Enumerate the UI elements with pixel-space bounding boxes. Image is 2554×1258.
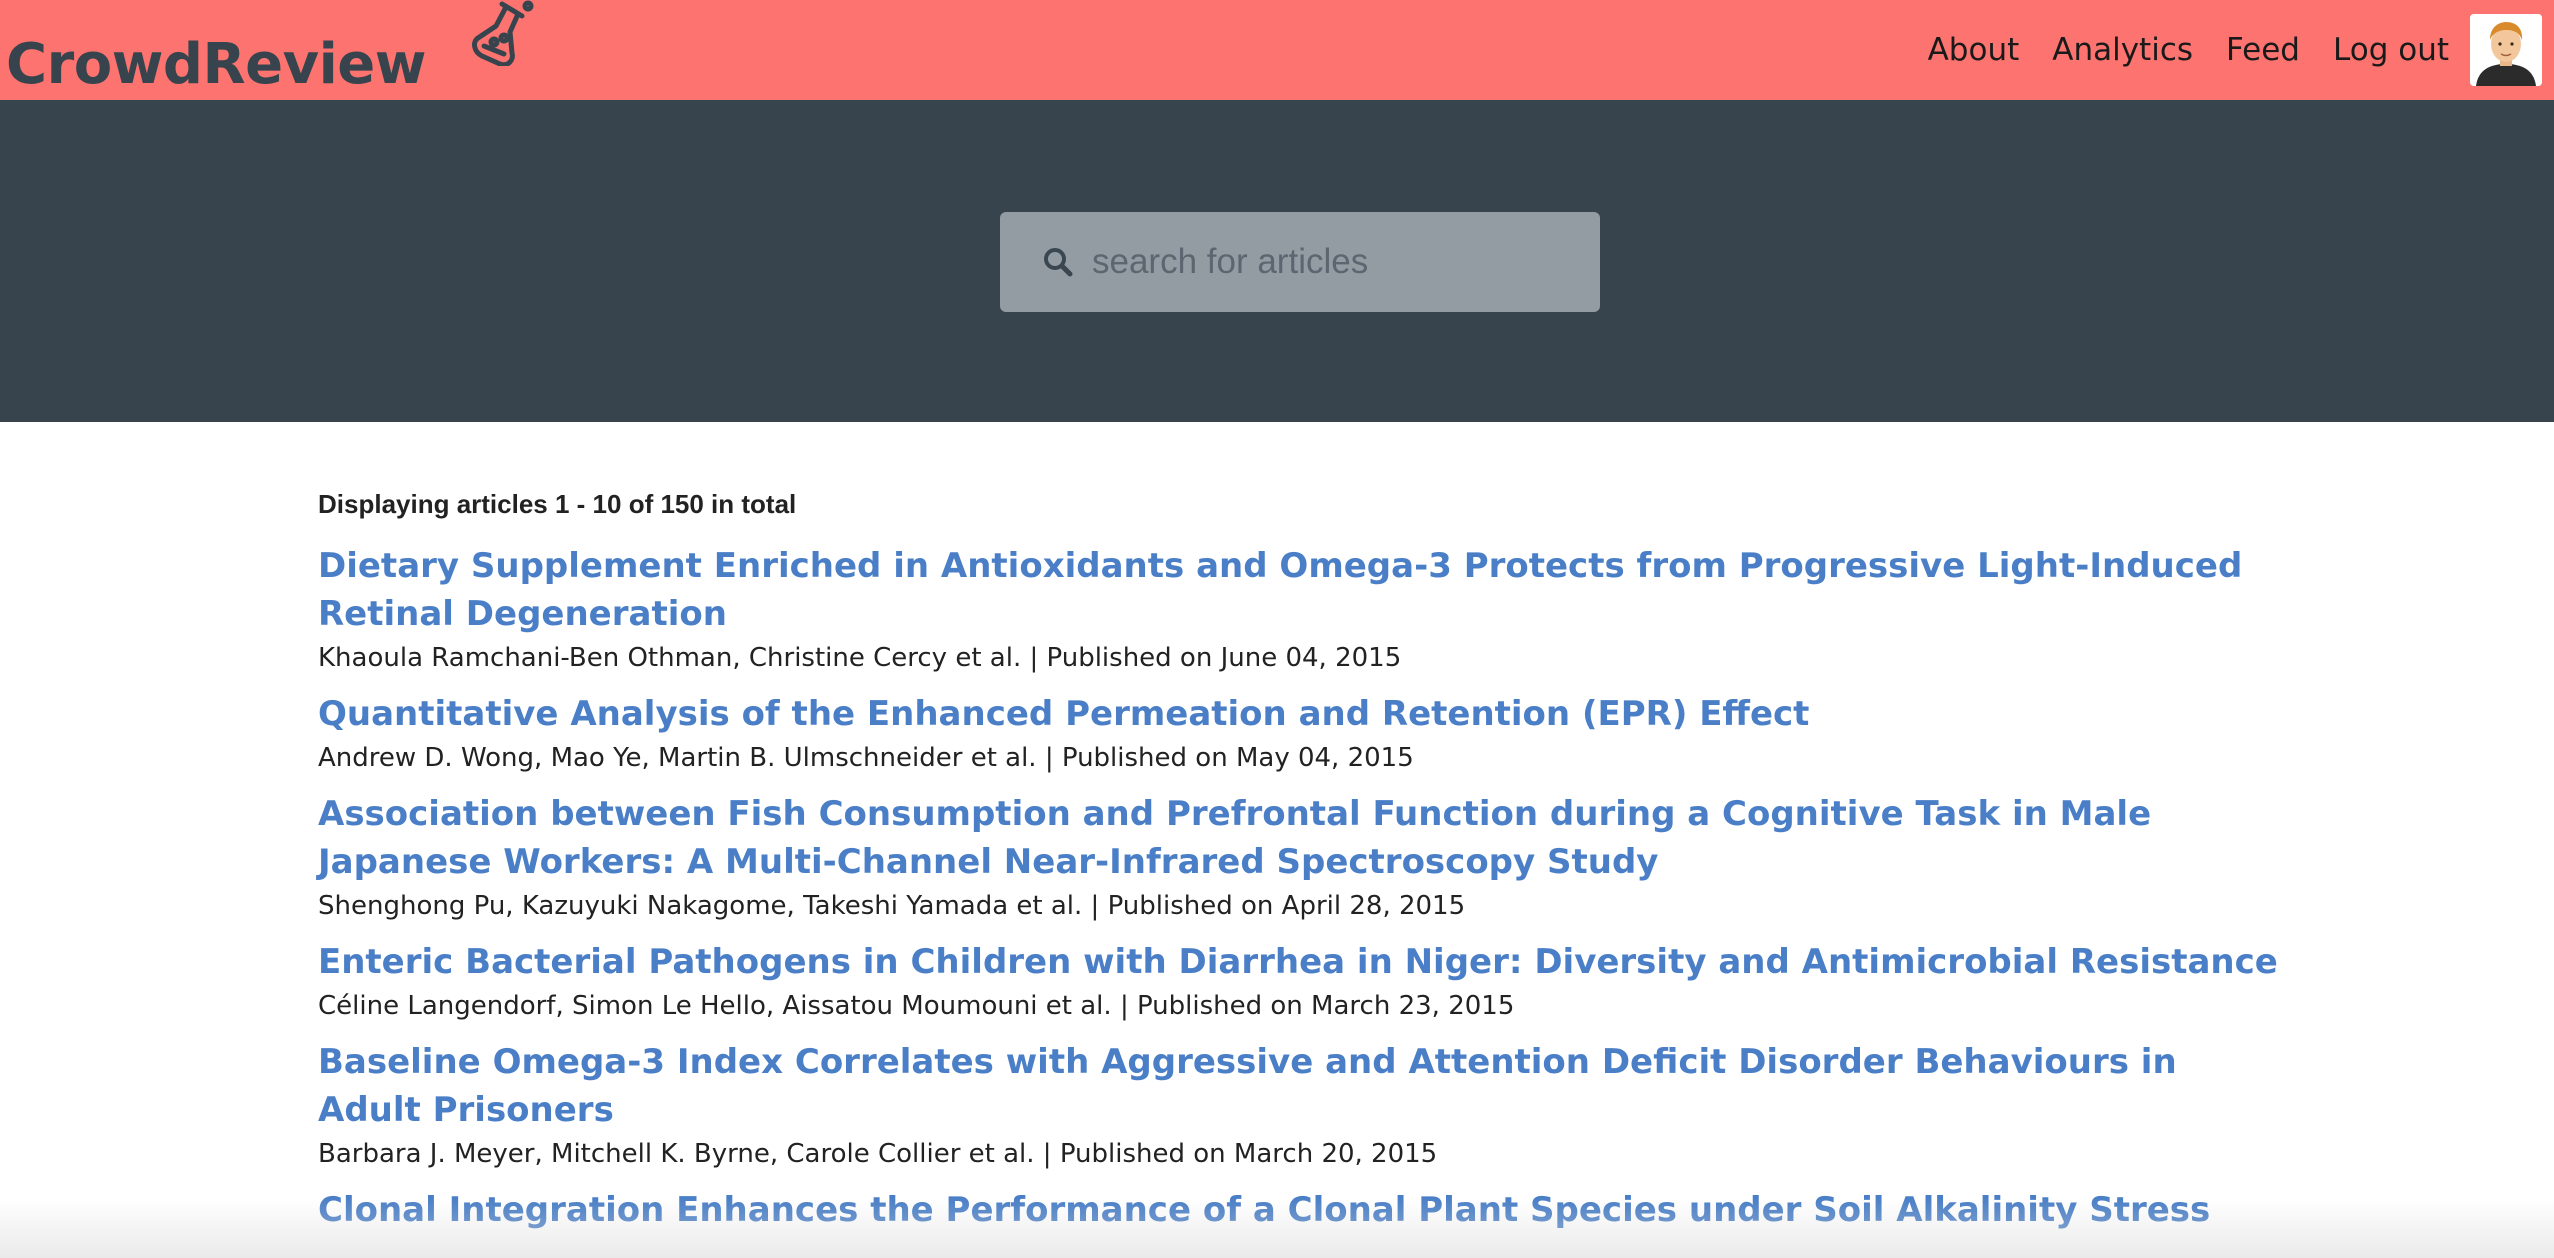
article-title-link[interactable]: Dietary Supplement Enriched in Antioxida… <box>318 542 2278 638</box>
list-item: Quantitative Analysis of the Enhanced Pe… <box>318 690 2278 776</box>
list-item: Enteric Bacterial Pathogens in Children … <box>318 938 2278 1024</box>
user-avatar-icon <box>2470 14 2542 86</box>
list-item: Dietary Supplement Enriched in Antioxida… <box>318 542 2278 676</box>
nav-log-out[interactable]: Log out <box>2333 32 2449 68</box>
article-list: Displaying articles 1 - 10 of 150 in tot… <box>318 486 2278 1248</box>
search-box[interactable] <box>1000 212 1600 312</box>
article-meta: Shenghong Pu, Kazuyuki Nakagome, Takeshi… <box>318 891 1466 921</box>
list-item: Baseline Omega-3 Index Correlates with A… <box>318 1038 2278 1172</box>
nav-feed[interactable]: Feed <box>2226 32 2300 68</box>
brand-name[interactable]: CrowdReview <box>6 30 427 100</box>
list-item: Association between Fish Consumption and… <box>318 790 2278 924</box>
article-meta: Khaoula Ramchani-Ben Othman, Christine C… <box>318 643 1402 673</box>
article-meta: Céline Langendorf, Simon Le Hello, Aissa… <box>318 991 1515 1021</box>
article-title-link[interactable]: Quantitative Analysis of the Enhanced Pe… <box>318 690 2278 738</box>
article-meta: Andrew D. Wong, Mao Ye, Martin B. Ulmsch… <box>318 743 1414 773</box>
top-navbar: CrowdReview About Analytics Feed Log out <box>0 0 2554 100</box>
article-title-link[interactable]: Baseline Omega-3 Index Correlates with A… <box>318 1038 2278 1134</box>
main-nav: About Analytics Feed Log out <box>1895 0 2449 100</box>
article-title-link[interactable]: Association between Fish Consumption and… <box>318 790 2278 886</box>
results-summary: Displaying articles 1 - 10 of 150 in tot… <box>318 489 797 519</box>
article-title-link[interactable]: Enteric Bacterial Pathogens in Children … <box>318 938 2278 986</box>
search-icon <box>1044 248 1073 277</box>
search-band <box>0 100 2554 422</box>
article-title-link[interactable]: Clonal Integration Enhances the Performa… <box>318 1186 2278 1234</box>
list-item: Clonal Integration Enhances the Performa… <box>318 1186 2278 1234</box>
article-meta: Barbara J. Meyer, Mitchell K. Byrne, Car… <box>318 1139 1438 1169</box>
brand-logo[interactable]: CrowdReview <box>6 30 427 100</box>
search-input[interactable] <box>1090 212 1600 312</box>
nav-analytics[interactable]: Analytics <box>2052 32 2193 68</box>
nav-about[interactable]: About <box>1928 32 2020 68</box>
flask-icon <box>472 0 534 66</box>
user-avatar[interactable] <box>2470 14 2542 86</box>
